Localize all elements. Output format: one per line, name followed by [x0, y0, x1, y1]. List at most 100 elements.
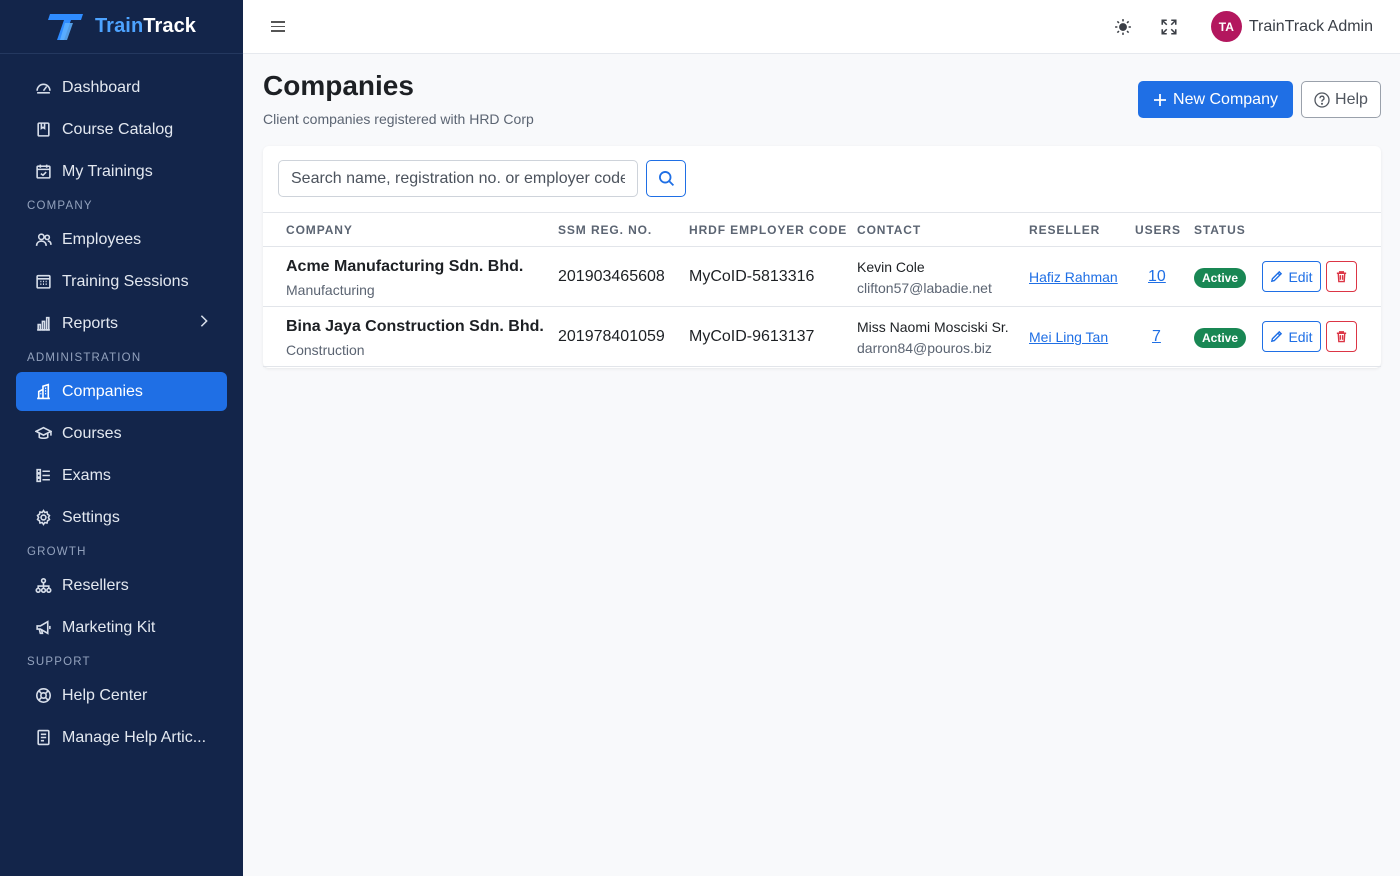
contact-email: clifton57@labadie.net: [857, 280, 992, 296]
nav-section-administration: ADMINISTRATION: [27, 352, 142, 364]
reseller-link[interactable]: Hafiz Rahman: [1029, 269, 1118, 285]
brand[interactable]: TrainTrack: [0, 0, 243, 54]
table-row: Acme Manufacturing Sdn. Bhd. Manufacturi…: [263, 247, 1381, 307]
sidebar: TrainTrack Dashboard Course Catalog My T…: [0, 0, 243, 876]
table-header: COMPANY SSM REG. NO. HRDF EMPLOYER CODE …: [263, 212, 1381, 247]
page-subtitle: Client companies registered with HRD Cor…: [263, 111, 534, 127]
plus-icon: [1154, 93, 1167, 106]
sidebar-item-training-sessions[interactable]: Training Sessions: [16, 262, 227, 301]
help-button[interactable]: Help: [1301, 81, 1381, 118]
sidebar-item-label: My Trainings: [62, 162, 153, 180]
status-badge: Active: [1194, 328, 1247, 348]
contact-name: Miss Naomi Mosciski Sr.: [857, 319, 1009, 335]
topbar-actions: TA TrainTrack Admin: [1113, 11, 1373, 42]
new-company-button[interactable]: New Company: [1138, 81, 1293, 118]
hrdf-employer-code: MyCoID-5813316: [689, 268, 815, 285]
column-header-contact[interactable]: CONTACT: [857, 223, 921, 237]
traintrack-logo-icon: [47, 13, 83, 40]
column-header-reseller[interactable]: RESELLER: [1029, 223, 1100, 237]
status-cell: Active: [1194, 268, 1247, 288]
company-industry: Construction: [286, 342, 365, 358]
table-row: Bina Jaya Construction Sdn. Bhd. Constru…: [263, 307, 1381, 367]
column-header-status[interactable]: STATUS: [1194, 223, 1246, 237]
sidebar-item-help-center[interactable]: Help Center: [16, 676, 227, 715]
sidebar-item-reports[interactable]: Reports: [16, 304, 227, 343]
status-badge: Active: [1194, 268, 1247, 288]
contact-name: Kevin Cole: [857, 259, 925, 275]
document-icon: [34, 729, 52, 747]
nav-section-growth: GROWTH: [27, 546, 87, 558]
reseller-link[interactable]: Mei Ling Tan: [1029, 329, 1108, 345]
calendar-check-icon: [34, 163, 52, 181]
sidebar-nav: Dashboard Course Catalog My Trainings CO…: [0, 54, 243, 757]
search-button[interactable]: [646, 160, 686, 197]
sidebar-item-settings[interactable]: Settings: [16, 498, 227, 537]
column-header-company[interactable]: COMPANY: [286, 223, 353, 237]
user-name[interactable]: TrainTrack Admin: [1249, 18, 1373, 36]
sidebar-item-label: Marketing Kit: [62, 618, 156, 636]
company-cell: Bina Jaya Construction Sdn. Bhd. Constru…: [286, 318, 544, 358]
sidebar-item-label: Settings: [62, 508, 120, 526]
delete-button[interactable]: [1326, 321, 1357, 352]
chevron-right-icon: [197, 314, 211, 333]
column-header-users[interactable]: USERS: [1135, 223, 1181, 237]
sidebar-item-marketing-kit[interactable]: Marketing Kit: [16, 608, 227, 647]
pencil-icon: [1271, 270, 1283, 283]
question-circle-icon: [1314, 91, 1330, 108]
column-header-ssm[interactable]: SSM REG. NO.: [558, 223, 652, 237]
search-icon: [658, 171, 674, 187]
contact-cell: Miss Naomi Mosciski Sr. darron84@pouros.…: [857, 319, 1009, 356]
sidebar-item-label: Courses: [62, 424, 122, 442]
sidebar-item-exams[interactable]: Exams: [16, 456, 227, 495]
edit-label: Edit: [1288, 328, 1313, 345]
sidebar-item-manage-help-articles[interactable]: Manage Help Artic...: [16, 718, 227, 757]
pencil-icon: [1271, 330, 1283, 343]
help-label: Help: [1335, 90, 1368, 108]
delete-button[interactable]: [1326, 261, 1357, 292]
avatar[interactable]: TA: [1210, 11, 1242, 42]
nav-section-company: COMPANY: [27, 200, 93, 212]
sidebar-item-companies[interactable]: Companies: [16, 372, 227, 411]
company-industry: Manufacturing: [286, 282, 375, 298]
new-company-label: New Company: [1173, 90, 1278, 108]
sidebar-item-my-trainings[interactable]: My Trainings: [16, 152, 227, 191]
contact-cell: Kevin Cole clifton57@labadie.net: [857, 259, 992, 296]
company-name[interactable]: Acme Manufacturing Sdn. Bhd.: [286, 258, 523, 276]
edit-label: Edit: [1288, 268, 1313, 285]
page-title: Companies: [263, 70, 414, 101]
edit-button[interactable]: Edit: [1262, 261, 1321, 292]
companies-card: COMPANY SSM REG. NO. HRDF EMPLOYER CODE …: [263, 146, 1381, 368]
sidebar-item-label: Manage Help Artic...: [62, 728, 207, 746]
company-name[interactable]: Bina Jaya Construction Sdn. Bhd.: [286, 318, 544, 336]
ssm-reg-no: 201978401059: [558, 328, 665, 345]
users-count-link[interactable]: 7: [1152, 328, 1161, 346]
sidebar-item-label: Course Catalog: [62, 120, 174, 138]
megaphone-icon: [34, 619, 52, 637]
mortarboard-icon: [34, 425, 52, 443]
sidebar-item-label: Exams: [62, 466, 111, 484]
sidebar-item-employees[interactable]: Employees: [16, 220, 227, 259]
column-header-hrdf[interactable]: HRDF EMPLOYER CODE: [689, 223, 847, 237]
sidebar-item-dashboard[interactable]: Dashboard: [16, 68, 227, 107]
sidebar-item-label: Help Center: [62, 686, 148, 704]
users-count-link[interactable]: 10: [1148, 268, 1166, 286]
hrdf-employer-code: MyCoID-9613137: [689, 328, 815, 345]
life-ring-icon: [34, 687, 52, 705]
dashboard-icon: [34, 79, 52, 97]
search-input[interactable]: [278, 160, 638, 197]
hamburger-menu-icon[interactable]: [271, 21, 285, 32]
topbar: TA TrainTrack Admin: [243, 0, 1400, 54]
book-icon: [34, 121, 52, 139]
fullscreen-icon[interactable]: [1159, 17, 1179, 37]
sidebar-item-label: Employees: [62, 230, 142, 248]
diagram-icon: [34, 577, 52, 595]
bar-chart-icon: [34, 315, 52, 333]
sun-icon[interactable]: [1113, 17, 1133, 37]
sidebar-item-course-catalog[interactable]: Course Catalog: [16, 110, 227, 149]
checklist-icon: [34, 467, 52, 485]
sidebar-item-resellers[interactable]: Resellers: [16, 566, 227, 605]
edit-button[interactable]: Edit: [1262, 321, 1321, 352]
building-icon: [34, 383, 52, 401]
sidebar-item-courses[interactable]: Courses: [16, 414, 227, 453]
gear-icon: [34, 509, 52, 527]
